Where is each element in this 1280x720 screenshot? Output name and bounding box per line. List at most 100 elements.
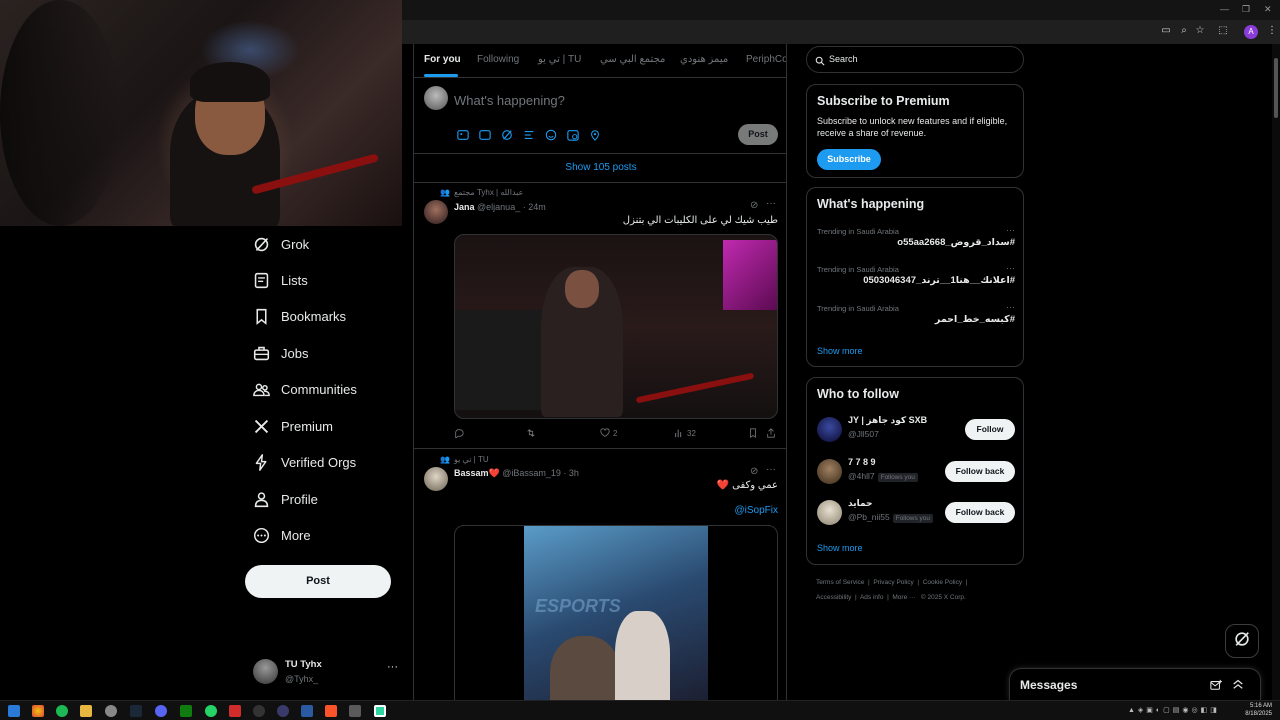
location-icon[interactable] [588,128,601,141]
steam-icon[interactable] [130,705,142,717]
start-icon[interactable] [8,705,20,717]
author-name[interactable]: Bassam [454,468,489,478]
file-explorer-icon[interactable] [80,705,92,717]
more-dots-icon[interactable]: ··· [766,464,776,475]
follow-back-button[interactable]: Follow back [945,461,1015,482]
discord-icon[interactable] [155,705,167,717]
show-more-link[interactable]: Show more [817,346,863,356]
tab-following[interactable]: Following [477,54,519,65]
app-icon[interactable] [301,705,313,717]
poll-icon[interactable] [522,128,535,141]
tab-for-you[interactable]: For you [424,54,461,65]
avatar[interactable] [424,467,448,491]
grok-icon[interactable] [500,128,513,141]
active-app-icon[interactable] [374,705,386,717]
more-dots-icon[interactable]: ··· [766,198,776,209]
footer-link[interactable]: Accessibility [816,594,851,601]
emoji-icon[interactable] [544,128,557,141]
tab-memes[interactable]: ميمز هنودي [680,54,728,65]
share-button[interactable] [766,428,776,438]
trend-item[interactable]: Trending in Saudi Arabia ··· #اعلانك__هن… [817,263,1015,297]
xbox-icon[interactable] [180,705,192,717]
trend-item[interactable]: Trending in Saudi Arabia ··· #كبسه_خط_اح… [817,302,1015,336]
tweet[interactable]: 👥 تي يو | TU Bassam❤️ @iBassam_19 · 3h ⊘… [414,449,786,700]
compose-post-button[interactable]: Post [738,124,778,145]
scrollbar-thumb[interactable] [1274,58,1278,118]
nav-item-premium[interactable]: Premium [252,411,333,441]
mention-link[interactable]: @iSopFix [735,505,779,516]
cast-icon[interactable]: ▭ [1160,25,1172,37]
show-new-posts-link[interactable]: Show 105 posts [414,154,786,183]
schedule-icon[interactable] [566,128,579,141]
views-button[interactable]: 32 [674,428,696,438]
footer-link[interactable]: Terms of Service [816,579,864,586]
repost-button[interactable] [526,428,536,438]
tab-pc-community[interactable]: مجتمع البي سي [600,54,665,65]
spotify-icon[interactable] [56,705,68,717]
minimize-icon[interactable]: — [1220,4,1229,14]
grok-floating-button[interactable] [1225,624,1259,658]
grok-icon[interactable]: ⊘ [750,200,758,211]
tweet[interactable]: 👥 مجتمع Tyhx | عبدالله Jana @eljanua_ · … [414,183,786,449]
zoom-icon[interactable]: ⌕ [1178,25,1190,37]
more-dots-icon[interactable]: ··· [1006,225,1015,235]
follow-suggestion[interactable]: حمايد @Pb_nii55 Follows you Follow back [817,498,1015,528]
new-message-icon[interactable] [1210,678,1222,696]
footer-link[interactable]: Ads info [860,594,884,601]
close-icon[interactable]: ✕ [1264,4,1272,15]
follow-suggestion[interactable]: JY | كود جاهز SXB @Jll507 Follow [817,415,1015,445]
tab-tu[interactable]: تي يو | TU [538,54,581,65]
more-dots-icon[interactable]: ··· [387,661,398,673]
media-icon[interactable] [456,128,469,141]
post-button[interactable]: Post [245,565,391,598]
app-icon[interactable] [349,705,361,717]
footer-link[interactable]: Cookie Policy [923,579,962,586]
nav-item-communities[interactable]: Communities [252,374,357,404]
follow-button[interactable]: Follow [965,419,1015,440]
app-icon[interactable] [229,705,241,717]
expand-icon[interactable] [1232,677,1244,695]
nav-item-jobs[interactable]: Jobs [252,338,308,368]
page-scrollbar[interactable] [1272,44,1280,700]
app-icon[interactable] [277,705,289,717]
clock[interactable]: 5:16 AM 8/18/2025 [1245,702,1272,718]
footer-link[interactable]: Privacy Policy [873,579,913,586]
more-dots-icon[interactable]: ··· [1006,302,1015,312]
restore-icon[interactable]: ❐ [1242,4,1250,15]
search-input[interactable]: Search [806,46,1024,73]
reply-button[interactable] [454,428,464,438]
tab-periph[interactable]: PeriphCor [746,54,786,65]
nav-item-bookmarks[interactable]: Bookmarks [252,301,346,331]
extensions-icon[interactable]: ⬚ [1217,25,1229,37]
nav-item-lists[interactable]: Lists [252,265,308,295]
nav-item-verified-orgs[interactable]: Verified Orgs [252,447,356,477]
browser-profile-avatar[interactable]: A [1244,25,1258,39]
star-icon[interactable]: ☆ [1194,25,1206,37]
bookmark-button[interactable] [748,428,758,438]
like-button[interactable]: 2 [600,428,617,438]
brave-icon[interactable] [325,705,337,717]
compose-input[interactable]: What's happening? [454,93,565,108]
nav-item-more[interactable]: More [252,520,311,550]
gif-icon[interactable] [478,128,491,141]
grok-icon[interactable]: ⊘ [750,466,758,477]
author-name[interactable]: Jana [454,202,475,212]
messages-drawer[interactable]: Messages [1009,668,1261,700]
account-switcher[interactable]: TU Tyhx @Tyhx_ ··· [253,656,403,690]
system-tray-icons[interactable]: ▲◈▣◐▢▤◉◎◧◨ [1128,706,1220,714]
nav-item-profile[interactable]: Profile [252,484,318,514]
nav-item-grok[interactable]: Grok [252,229,309,259]
tweet-media-image[interactable]: ESPORTS [454,525,778,700]
subscribe-button[interactable]: Subscribe [817,149,881,170]
chrome-icon[interactable] [32,705,44,717]
menu-icon[interactable]: ⋮ [1266,25,1278,37]
trend-item[interactable]: Trending in Saudi Arabia ··· #سداد_قروض_… [817,225,1015,259]
show-more-link[interactable]: Show more [817,543,863,553]
tweet-media-video[interactable] [454,234,778,419]
whatsapp-icon[interactable] [205,705,217,717]
app-icon[interactable] [253,705,265,717]
more-dots-icon[interactable]: ··· [1006,263,1015,273]
follow-suggestion[interactable]: 7 7 8 9 @4hll7 Follows you Follow back [817,457,1015,487]
footer-link[interactable]: More ··· [892,594,915,601]
avatar[interactable] [424,200,448,224]
